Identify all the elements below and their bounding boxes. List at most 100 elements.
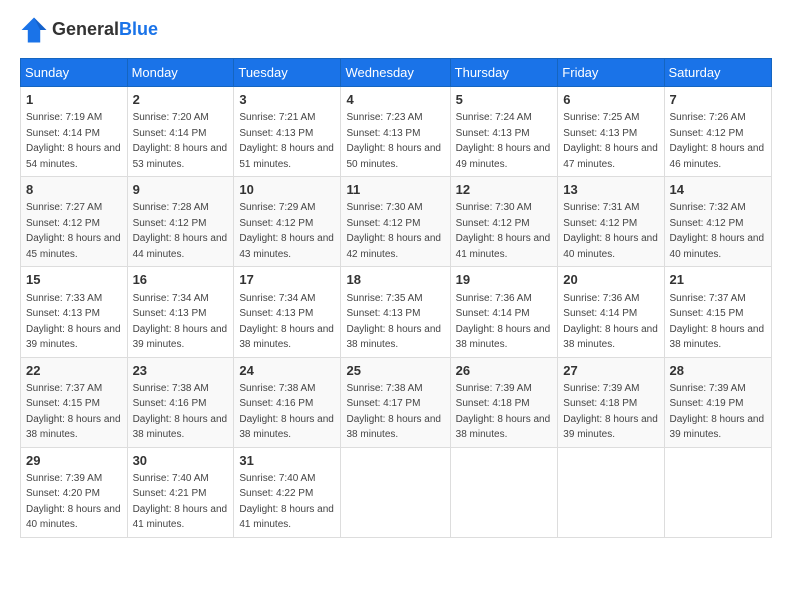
day-number: 10 xyxy=(239,181,335,199)
day-info: Sunrise: 7:19 AMSunset: 4:14 PMDaylight:… xyxy=(26,112,121,170)
calendar-cell: 24 Sunrise: 7:38 AMSunset: 4:16 PMDaylig… xyxy=(234,357,341,447)
calendar-cell: 21 Sunrise: 7:37 AMSunset: 4:15 PMDaylig… xyxy=(664,267,771,357)
day-info: Sunrise: 7:38 AMSunset: 4:16 PMDaylight:… xyxy=(239,383,334,441)
calendar-header: SundayMondayTuesdayWednesdayThursdayFrid… xyxy=(21,59,772,87)
calendar-cell xyxy=(664,447,771,537)
calendar-cell: 25 Sunrise: 7:38 AMSunset: 4:17 PMDaylig… xyxy=(341,357,450,447)
day-info: Sunrise: 7:20 AMSunset: 4:14 PMDaylight:… xyxy=(133,112,228,170)
calendar-cell: 6 Sunrise: 7:25 AMSunset: 4:13 PMDayligh… xyxy=(558,87,664,177)
day-number: 13 xyxy=(563,181,658,199)
day-info: Sunrise: 7:26 AMSunset: 4:12 PMDaylight:… xyxy=(670,112,765,170)
day-info: Sunrise: 7:36 AMSunset: 4:14 PMDaylight:… xyxy=(456,293,551,351)
weekday-header: Wednesday xyxy=(341,59,450,87)
calendar: SundayMondayTuesdayWednesdayThursdayFrid… xyxy=(20,58,772,538)
day-number: 6 xyxy=(563,91,658,109)
calendar-cell xyxy=(558,447,664,537)
day-number: 12 xyxy=(456,181,553,199)
calendar-cell: 7 Sunrise: 7:26 AMSunset: 4:12 PMDayligh… xyxy=(664,87,771,177)
day-number: 22 xyxy=(26,362,122,380)
day-number: 21 xyxy=(670,271,766,289)
day-number: 8 xyxy=(26,181,122,199)
day-info: Sunrise: 7:30 AMSunset: 4:12 PMDaylight:… xyxy=(346,202,441,260)
day-number: 11 xyxy=(346,181,444,199)
calendar-cell: 18 Sunrise: 7:35 AMSunset: 4:13 PMDaylig… xyxy=(341,267,450,357)
day-number: 4 xyxy=(346,91,444,109)
day-info: Sunrise: 7:37 AMSunset: 4:15 PMDaylight:… xyxy=(670,293,765,351)
logo: GeneralBlue xyxy=(20,16,158,44)
day-number: 5 xyxy=(456,91,553,109)
day-info: Sunrise: 7:32 AMSunset: 4:12 PMDaylight:… xyxy=(670,202,765,260)
calendar-cell: 14 Sunrise: 7:32 AMSunset: 4:12 PMDaylig… xyxy=(664,177,771,267)
day-info: Sunrise: 7:34 AMSunset: 4:13 PMDaylight:… xyxy=(133,293,228,351)
day-info: Sunrise: 7:28 AMSunset: 4:12 PMDaylight:… xyxy=(133,202,228,260)
calendar-cell: 2 Sunrise: 7:20 AMSunset: 4:14 PMDayligh… xyxy=(127,87,234,177)
day-info: Sunrise: 7:21 AMSunset: 4:13 PMDaylight:… xyxy=(239,112,334,170)
day-number: 23 xyxy=(133,362,229,380)
day-number: 17 xyxy=(239,271,335,289)
calendar-cell: 3 Sunrise: 7:21 AMSunset: 4:13 PMDayligh… xyxy=(234,87,341,177)
day-number: 31 xyxy=(239,452,335,470)
day-info: Sunrise: 7:24 AMSunset: 4:13 PMDaylight:… xyxy=(456,112,551,170)
day-number: 9 xyxy=(133,181,229,199)
day-number: 25 xyxy=(346,362,444,380)
day-info: Sunrise: 7:29 AMSunset: 4:12 PMDaylight:… xyxy=(239,202,334,260)
day-info: Sunrise: 7:33 AMSunset: 4:13 PMDaylight:… xyxy=(26,293,121,351)
day-info: Sunrise: 7:37 AMSunset: 4:15 PMDaylight:… xyxy=(26,383,121,441)
day-info: Sunrise: 7:38 AMSunset: 4:17 PMDaylight:… xyxy=(346,383,441,441)
calendar-week-row: 8 Sunrise: 7:27 AMSunset: 4:12 PMDayligh… xyxy=(21,177,772,267)
calendar-cell: 4 Sunrise: 7:23 AMSunset: 4:13 PMDayligh… xyxy=(341,87,450,177)
calendar-cell: 30 Sunrise: 7:40 AMSunset: 4:21 PMDaylig… xyxy=(127,447,234,537)
calendar-cell: 11 Sunrise: 7:30 AMSunset: 4:12 PMDaylig… xyxy=(341,177,450,267)
calendar-cell: 13 Sunrise: 7:31 AMSunset: 4:12 PMDaylig… xyxy=(558,177,664,267)
logo-icon xyxy=(20,16,48,44)
header: GeneralBlue xyxy=(20,16,772,44)
day-info: Sunrise: 7:39 AMSunset: 4:18 PMDaylight:… xyxy=(563,383,658,441)
day-number: 26 xyxy=(456,362,553,380)
calendar-cell: 29 Sunrise: 7:39 AMSunset: 4:20 PMDaylig… xyxy=(21,447,128,537)
calendar-cell: 15 Sunrise: 7:33 AMSunset: 4:13 PMDaylig… xyxy=(21,267,128,357)
calendar-cell: 1 Sunrise: 7:19 AMSunset: 4:14 PMDayligh… xyxy=(21,87,128,177)
calendar-cell: 19 Sunrise: 7:36 AMSunset: 4:14 PMDaylig… xyxy=(450,267,558,357)
calendar-week-row: 29 Sunrise: 7:39 AMSunset: 4:20 PMDaylig… xyxy=(21,447,772,537)
day-number: 28 xyxy=(670,362,766,380)
day-number: 16 xyxy=(133,271,229,289)
day-number: 2 xyxy=(133,91,229,109)
day-number: 30 xyxy=(133,452,229,470)
day-info: Sunrise: 7:40 AMSunset: 4:21 PMDaylight:… xyxy=(133,473,228,531)
calendar-cell: 27 Sunrise: 7:39 AMSunset: 4:18 PMDaylig… xyxy=(558,357,664,447)
calendar-cell: 28 Sunrise: 7:39 AMSunset: 4:19 PMDaylig… xyxy=(664,357,771,447)
calendar-cell: 26 Sunrise: 7:39 AMSunset: 4:18 PMDaylig… xyxy=(450,357,558,447)
calendar-body: 1 Sunrise: 7:19 AMSunset: 4:14 PMDayligh… xyxy=(21,87,772,538)
weekday-header: Thursday xyxy=(450,59,558,87)
calendar-cell xyxy=(450,447,558,537)
calendar-week-row: 1 Sunrise: 7:19 AMSunset: 4:14 PMDayligh… xyxy=(21,87,772,177)
day-number: 14 xyxy=(670,181,766,199)
weekday-row: SundayMondayTuesdayWednesdayThursdayFrid… xyxy=(21,59,772,87)
day-info: Sunrise: 7:25 AMSunset: 4:13 PMDaylight:… xyxy=(563,112,658,170)
calendar-week-row: 15 Sunrise: 7:33 AMSunset: 4:13 PMDaylig… xyxy=(21,267,772,357)
day-number: 24 xyxy=(239,362,335,380)
calendar-cell: 8 Sunrise: 7:27 AMSunset: 4:12 PMDayligh… xyxy=(21,177,128,267)
day-info: Sunrise: 7:36 AMSunset: 4:14 PMDaylight:… xyxy=(563,293,658,351)
day-number: 7 xyxy=(670,91,766,109)
day-number: 29 xyxy=(26,452,122,470)
day-number: 18 xyxy=(346,271,444,289)
calendar-cell: 16 Sunrise: 7:34 AMSunset: 4:13 PMDaylig… xyxy=(127,267,234,357)
calendar-cell: 9 Sunrise: 7:28 AMSunset: 4:12 PMDayligh… xyxy=(127,177,234,267)
calendar-cell: 22 Sunrise: 7:37 AMSunset: 4:15 PMDaylig… xyxy=(21,357,128,447)
day-number: 15 xyxy=(26,271,122,289)
calendar-cell: 31 Sunrise: 7:40 AMSunset: 4:22 PMDaylig… xyxy=(234,447,341,537)
weekday-header: Tuesday xyxy=(234,59,341,87)
day-info: Sunrise: 7:35 AMSunset: 4:13 PMDaylight:… xyxy=(346,293,441,351)
day-info: Sunrise: 7:34 AMSunset: 4:13 PMDaylight:… xyxy=(239,293,334,351)
day-number: 3 xyxy=(239,91,335,109)
day-number: 19 xyxy=(456,271,553,289)
day-info: Sunrise: 7:38 AMSunset: 4:16 PMDaylight:… xyxy=(133,383,228,441)
weekday-header: Monday xyxy=(127,59,234,87)
calendar-cell: 12 Sunrise: 7:30 AMSunset: 4:12 PMDaylig… xyxy=(450,177,558,267)
calendar-cell: 5 Sunrise: 7:24 AMSunset: 4:13 PMDayligh… xyxy=(450,87,558,177)
weekday-header: Sunday xyxy=(21,59,128,87)
calendar-cell: 10 Sunrise: 7:29 AMSunset: 4:12 PMDaylig… xyxy=(234,177,341,267)
calendar-cell: 17 Sunrise: 7:34 AMSunset: 4:13 PMDaylig… xyxy=(234,267,341,357)
calendar-cell: 20 Sunrise: 7:36 AMSunset: 4:14 PMDaylig… xyxy=(558,267,664,357)
